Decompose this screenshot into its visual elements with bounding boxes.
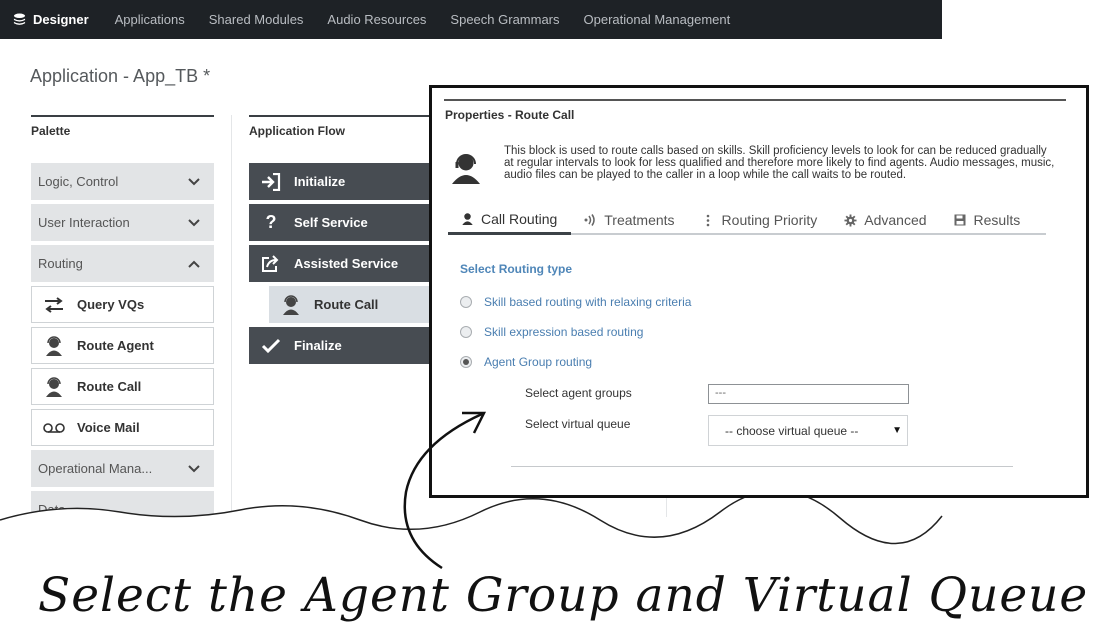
- tab-label: Results: [973, 212, 1021, 228]
- chevron-up-icon: [188, 260, 200, 268]
- agent-headset-icon: [452, 154, 480, 184]
- gear-icon: [843, 213, 857, 227]
- nav-applications[interactable]: Applications: [103, 0, 197, 39]
- category-label: User Interaction: [38, 215, 130, 230]
- nav-shared-modules[interactable]: Shared Modules: [197, 0, 316, 39]
- nav-audio-resources[interactable]: Audio Resources: [315, 0, 438, 39]
- palette-block-query-vqs[interactable]: Query VQs: [31, 286, 214, 323]
- block-label: Self Service: [294, 215, 368, 230]
- palette-category-operational[interactable]: Operational Mana...: [31, 450, 214, 487]
- sound-waves-icon: [583, 213, 597, 227]
- virtual-queue-select[interactable]: -- choose virtual queue -- ▼: [708, 415, 908, 446]
- properties-header: Properties - Route Call: [445, 108, 575, 122]
- palette-block-voice-mail[interactable]: Voice Mail: [31, 409, 214, 446]
- swap-arrows-icon: [42, 294, 66, 316]
- page-title: Application - App_TB *: [30, 66, 211, 86]
- category-label: Logic, Control: [38, 174, 119, 189]
- block-label: Route Agent: [77, 338, 154, 353]
- tab-routing-priority[interactable]: Routing Priority: [689, 205, 832, 235]
- callout-arrow-icon: [403, 411, 487, 570]
- vertical-dots-icon: [701, 213, 715, 227]
- header-rule: [444, 99, 1066, 101]
- agent-headset-icon: [42, 376, 66, 398]
- block-label: Voice Mail: [77, 420, 140, 435]
- palette-title: Palette: [31, 115, 214, 163]
- flow-block-finalize[interactable]: Finalize: [249, 327, 429, 364]
- palette-block-route-call[interactable]: Route Call: [31, 368, 214, 405]
- sign-in-icon: [260, 171, 282, 193]
- block-description: This block is used to route calls based …: [504, 145, 1055, 181]
- application-flow-panel: Application Flow Initialize ? Self Servi…: [249, 115, 429, 368]
- block-label: Finalize: [294, 338, 342, 353]
- radio-button[interactable]: [460, 326, 472, 338]
- category-label: Routing: [38, 256, 83, 271]
- tab-label: Call Routing: [481, 210, 558, 227]
- tab-treatments[interactable]: Treatments: [571, 205, 688, 235]
- brand-label: Designer: [33, 12, 89, 27]
- column-divider: [231, 115, 232, 515]
- radio-button[interactable]: [460, 296, 472, 308]
- voicemail-icon: [42, 417, 66, 439]
- chevron-down-icon: [188, 177, 200, 185]
- agent-headset-icon: [460, 212, 474, 226]
- agent-groups-label: Select agent groups: [525, 386, 632, 400]
- option-label: Skill based routing with relaxing criter…: [484, 295, 692, 309]
- share-icon: [260, 253, 282, 275]
- checkmark-icon: [260, 335, 282, 357]
- nav-speech-grammars[interactable]: Speech Grammars: [438, 0, 571, 39]
- agent-headset-icon: [279, 294, 303, 316]
- block-label: Query VQs: [77, 297, 145, 312]
- block-label: Initialize: [294, 174, 346, 189]
- option-skill-expression[interactable]: Skill expression based routing: [460, 325, 643, 339]
- block-label: Route Call: [77, 379, 142, 394]
- tab-bar: Call Routing Treatments Routing Priority…: [448, 205, 1046, 235]
- flow-block-self-service[interactable]: ? Self Service: [249, 204, 429, 241]
- tab-advanced[interactable]: Advanced: [831, 205, 940, 235]
- palette-category-logic-control[interactable]: Logic, Control: [31, 163, 214, 200]
- palette-panel: Palette Logic, Control User Interaction …: [31, 115, 214, 532]
- caption-text: Select the Agent Group and Virtual Queue: [38, 568, 1089, 623]
- dropdown-arrow-icon: ▼: [892, 425, 902, 436]
- option-agent-group[interactable]: Agent Group routing: [460, 355, 592, 369]
- palette-category-user-interaction[interactable]: User Interaction: [31, 204, 214, 241]
- tab-label: Routing Priority: [721, 212, 818, 228]
- option-label: Agent Group routing: [484, 355, 593, 369]
- save-icon: [953, 213, 967, 227]
- select-value: -- choose virtual queue --: [725, 423, 859, 438]
- flow-title: Application Flow: [249, 115, 429, 163]
- flow-block-route-call[interactable]: Route Call: [269, 286, 429, 323]
- option-skill-relaxing[interactable]: Skill based routing with relaxing criter…: [460, 295, 691, 309]
- properties-panel: Properties - Route Call This block is us…: [429, 85, 1089, 498]
- virtual-queue-label: Select virtual queue: [525, 417, 631, 431]
- flow-block-initialize[interactable]: Initialize: [249, 163, 429, 200]
- tab-call-routing[interactable]: Call Routing: [448, 205, 572, 235]
- agent-groups-field[interactable]: ---: [708, 384, 909, 404]
- option-label: Skill expression based routing: [484, 325, 644, 339]
- radio-button-selected[interactable]: [460, 356, 472, 368]
- tab-results[interactable]: Results: [941, 205, 1035, 235]
- routing-type-heading: Select Routing type: [460, 262, 573, 276]
- block-label: Route Call: [314, 297, 379, 312]
- top-nav: Designer Applications Shared Modules Aud…: [0, 0, 942, 39]
- nav-operational-management[interactable]: Operational Management: [572, 0, 743, 39]
- flow-block-assisted-service[interactable]: Assisted Service: [249, 245, 429, 282]
- palette-block-route-agent[interactable]: Route Agent: [31, 327, 214, 364]
- tab-label: Advanced: [864, 212, 927, 228]
- designer-brand[interactable]: Designer: [0, 0, 103, 39]
- chevron-down-icon: [188, 218, 200, 226]
- palette-category-routing[interactable]: Routing: [31, 245, 214, 282]
- section-divider: [511, 466, 1013, 467]
- chevron-down-icon: [188, 464, 200, 472]
- question-icon: ?: [265, 212, 277, 232]
- block-label: Assisted Service: [294, 256, 399, 271]
- category-label: Operational Mana...: [38, 461, 153, 476]
- agent-headset-icon: [42, 335, 66, 357]
- tab-label: Treatments: [604, 212, 675, 228]
- database-icon: [13, 13, 26, 25]
